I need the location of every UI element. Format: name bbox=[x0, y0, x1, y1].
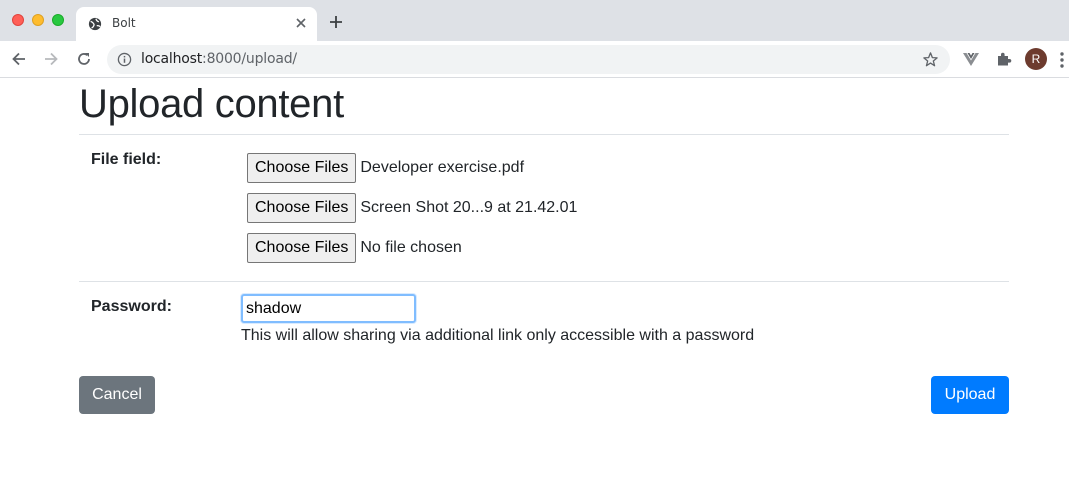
file-name: No file chosen bbox=[360, 239, 462, 256]
browser-toolbar: localhost:8000/upload/ R bbox=[0, 41, 1069, 78]
file-input-2: Choose Files Screen Shot 20...9 at 21.42… bbox=[247, 193, 577, 223]
choose-files-button[interactable]: Choose Files bbox=[247, 153, 357, 183]
menu-icon[interactable] bbox=[1060, 51, 1064, 69]
forward-arrow-icon[interactable] bbox=[42, 50, 60, 68]
maximize-window-button[interactable] bbox=[52, 14, 64, 26]
globe-icon bbox=[88, 17, 102, 31]
tab-title: Bolt bbox=[112, 16, 136, 30]
url-path: :8000/upload/ bbox=[202, 51, 297, 67]
divider bbox=[79, 134, 1009, 135]
plus-icon[interactable] bbox=[328, 14, 344, 30]
cancel-button[interactable]: Cancel bbox=[79, 376, 155, 414]
url-host: localhost bbox=[141, 51, 203, 67]
browser-tab[interactable]: Bolt bbox=[76, 7, 317, 41]
address-bar[interactable]: localhost:8000/upload/ bbox=[107, 45, 950, 74]
password-input[interactable]: shadow bbox=[241, 294, 416, 323]
choose-files-button[interactable]: Choose Files bbox=[247, 233, 357, 263]
page-title: Upload content bbox=[79, 82, 344, 126]
back-arrow-icon[interactable] bbox=[10, 50, 28, 68]
tab-strip: Bolt bbox=[0, 0, 1069, 41]
minimize-window-button[interactable] bbox=[32, 14, 44, 26]
info-icon[interactable] bbox=[117, 52, 132, 67]
close-icon[interactable] bbox=[294, 16, 308, 30]
file-input-1: Choose Files Developer exercise.pdf bbox=[247, 153, 524, 183]
vue-devtools-icon[interactable] bbox=[962, 50, 980, 68]
url-text[interactable]: localhost:8000/upload/ bbox=[141, 51, 297, 67]
divider bbox=[79, 281, 1009, 282]
star-icon[interactable] bbox=[922, 51, 939, 68]
password-help-text: This will allow sharing via additional l… bbox=[241, 327, 755, 344]
choose-files-button[interactable]: Choose Files bbox=[247, 193, 357, 223]
upload-button[interactable]: Upload bbox=[931, 376, 1009, 414]
file-name: Developer exercise.pdf bbox=[360, 159, 525, 176]
file-input-3: Choose Files No file chosen bbox=[247, 233, 462, 263]
close-window-button[interactable] bbox=[12, 14, 24, 26]
password-label: Password: bbox=[91, 298, 172, 315]
file-name: Screen Shot 20...9 at 21.42.01 bbox=[360, 199, 578, 216]
file-field-label: File field: bbox=[91, 151, 162, 168]
reload-icon[interactable] bbox=[75, 50, 93, 68]
extensions-icon[interactable] bbox=[995, 50, 1013, 68]
profile-avatar[interactable]: R bbox=[1025, 48, 1047, 70]
